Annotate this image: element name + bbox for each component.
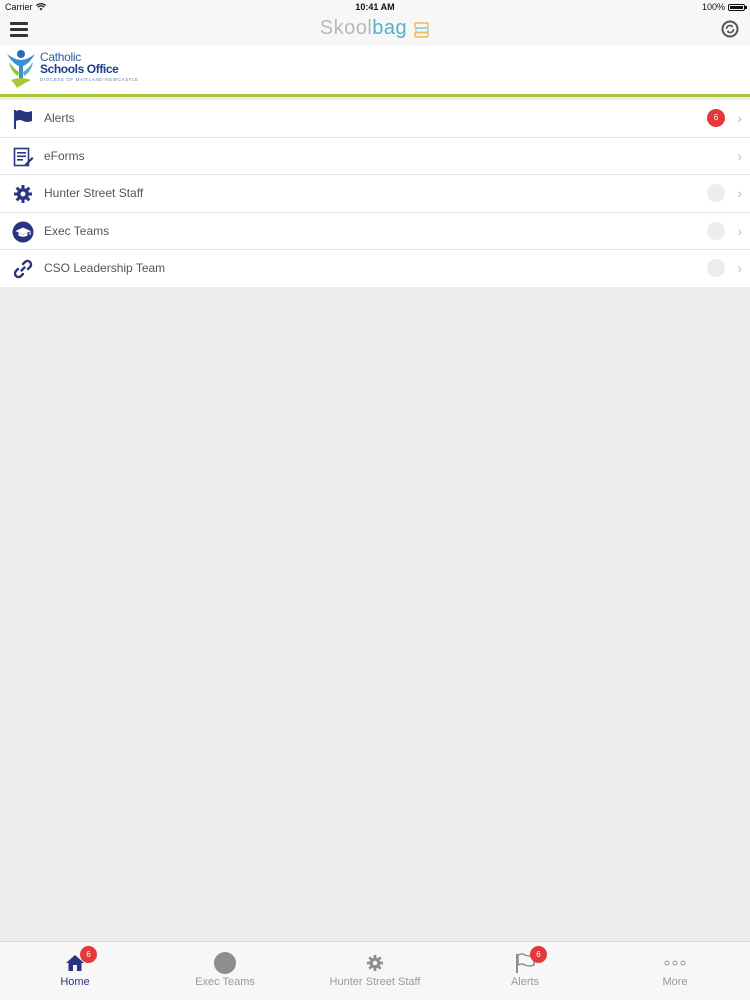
flag-icon bbox=[12, 108, 34, 130]
books-icon bbox=[414, 22, 429, 38]
logo-text: Catholic Schools Office DIOCESE OF MAITL… bbox=[40, 51, 139, 82]
list-item-cso-leadership-team[interactable]: CSO Leadership Team › bbox=[0, 250, 750, 287]
list-item-label: Exec Teams bbox=[44, 223, 110, 238]
sync-button[interactable] bbox=[721, 20, 739, 38]
tab-label: Home bbox=[60, 976, 90, 988]
tab-hunter-street-staff[interactable]: Hunter Street Staff bbox=[300, 942, 450, 1000]
gear-icon bbox=[12, 183, 34, 205]
logo-figure-icon bbox=[7, 50, 35, 88]
list-item-eforms[interactable]: eForms › bbox=[0, 137, 750, 175]
circle-icon bbox=[213, 952, 237, 974]
chevron-right-icon: › bbox=[737, 260, 742, 277]
form-icon bbox=[12, 146, 34, 168]
list-item-label: Alerts bbox=[44, 111, 75, 126]
app-title: Skoolbag bbox=[0, 17, 750, 40]
tab-more[interactable]: More bbox=[600, 942, 750, 1000]
sync-icon bbox=[721, 20, 739, 38]
banner-divider bbox=[0, 94, 750, 97]
chevron-right-icon: › bbox=[737, 110, 742, 127]
school-banner: Catholic Schools Office DIOCESE OF MAITL… bbox=[0, 45, 750, 94]
tab-bar: 6 Home Exec Teams Hunter Street Staff 6 … bbox=[0, 941, 750, 1000]
status-dot bbox=[707, 259, 725, 278]
alerts-tab-badge: 6 bbox=[530, 946, 547, 963]
menu-list: Alerts 6 › eForms › Hunter Street Staff … bbox=[0, 100, 750, 287]
more-dots-icon bbox=[663, 952, 687, 974]
status-dot bbox=[707, 184, 725, 203]
battery-indicator: 100% bbox=[701, 2, 747, 12]
battery-icon bbox=[728, 3, 747, 11]
logo-line-2: Schools Office bbox=[40, 62, 119, 76]
graduation-cap-icon bbox=[12, 221, 34, 243]
list-item-label: Hunter Street Staff bbox=[44, 186, 144, 201]
tab-exec-teams[interactable]: Exec Teams bbox=[150, 942, 300, 1000]
status-bar: Carrier 10:41 AM 100% bbox=[0, 0, 750, 14]
school-logo: Catholic Schools Office DIOCESE OF MAITL… bbox=[5, 48, 139, 90]
tab-label: Hunter Street Staff bbox=[329, 976, 421, 988]
home-tab-badge: 6 bbox=[80, 946, 97, 963]
tab-alerts[interactable]: 6 Alerts bbox=[450, 942, 600, 1000]
logo-line-3: DIOCESE OF MAITLAND-NEWCASTLE bbox=[40, 77, 139, 82]
link-icon bbox=[12, 258, 34, 280]
battery-percent: 100% bbox=[701, 2, 725, 12]
app-title-part1: Skool bbox=[319, 17, 373, 39]
list-item-label: CSO Leadership Team bbox=[44, 261, 166, 276]
chevron-right-icon: › bbox=[737, 185, 742, 202]
battery-fill bbox=[730, 5, 743, 9]
status-dot bbox=[707, 221, 725, 240]
list-item-label: eForms bbox=[44, 148, 85, 163]
gear-icon bbox=[363, 952, 387, 974]
chevron-right-icon: › bbox=[737, 147, 742, 164]
tab-label: Alerts bbox=[510, 976, 540, 988]
alerts-count-badge: 6 bbox=[707, 109, 725, 128]
app-title-part2: bag bbox=[372, 17, 408, 39]
list-item-alerts[interactable]: Alerts 6 › bbox=[0, 100, 750, 138]
list-item-exec-teams[interactable]: Exec Teams › bbox=[0, 212, 750, 250]
list-item-hunter-street-staff[interactable]: Hunter Street Staff › bbox=[0, 175, 750, 213]
tab-home[interactable]: 6 Home bbox=[0, 942, 150, 1000]
nav-bar: Skoolbag bbox=[0, 14, 750, 45]
chevron-right-icon: › bbox=[737, 222, 742, 239]
status-time: 10:41 AM bbox=[355, 2, 395, 12]
tab-label: More bbox=[662, 976, 688, 988]
tab-label: Exec Teams bbox=[195, 976, 255, 988]
